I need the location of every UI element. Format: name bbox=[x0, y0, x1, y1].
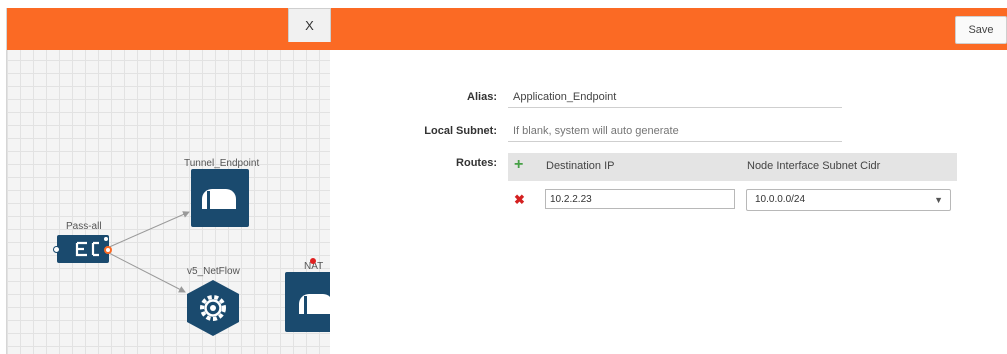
destination-ip-input[interactable] bbox=[545, 189, 735, 209]
column-header-destination-ip: Destination IP bbox=[546, 160, 615, 172]
filter-e-icon bbox=[75, 241, 99, 257]
topology-canvas[interactable]: Tunnel_Endpoint Pass-all v5_NetFlow NAT bbox=[6, 8, 330, 354]
alias-label: Alias: bbox=[467, 91, 497, 103]
connection-line bbox=[106, 251, 186, 293]
remove-route-icon[interactable]: ✖ bbox=[514, 192, 525, 208]
panel-header-bar bbox=[330, 8, 1007, 50]
output-port[interactable] bbox=[104, 246, 112, 254]
connection-line bbox=[106, 211, 190, 249]
netflow-label: v5_NetFlow bbox=[187, 266, 240, 277]
subnet-cidr-select[interactable]: 10.0.0.0/24 ▼ bbox=[746, 189, 951, 211]
tunnel-endpoint-label: Tunnel_Endpoint bbox=[184, 158, 260, 169]
save-button[interactable]: Save bbox=[955, 16, 1007, 44]
nat-node[interactable] bbox=[285, 272, 330, 332]
pass-all-node[interactable] bbox=[53, 235, 112, 263]
alias-input[interactable] bbox=[508, 86, 842, 108]
connection-lines bbox=[106, 211, 190, 293]
close-button[interactable]: X bbox=[288, 8, 331, 42]
chevron-down-icon: ▼ bbox=[934, 195, 943, 205]
input-port[interactable] bbox=[53, 246, 60, 253]
nat-status-dot bbox=[310, 258, 316, 264]
tunnel-icon bbox=[299, 294, 330, 314]
status-dot bbox=[104, 237, 108, 241]
pass-all-label: Pass-all bbox=[66, 221, 102, 232]
local-subnet-label: Local Subnet: bbox=[424, 125, 497, 137]
local-subnet-input[interactable] bbox=[508, 120, 842, 142]
column-header-subnet-cidr: Node Interface Subnet Cidr bbox=[747, 160, 881, 172]
subnet-cidr-value: 10.0.0.0/24 bbox=[755, 194, 806, 205]
routes-table-header: + Destination IP Node Interface Subnet C… bbox=[508, 153, 957, 181]
routes-label: Routes: bbox=[456, 157, 497, 169]
tunnel-icon bbox=[202, 189, 236, 209]
add-route-icon[interactable]: + bbox=[514, 156, 523, 174]
tunnel-endpoint-node[interactable] bbox=[191, 169, 249, 227]
